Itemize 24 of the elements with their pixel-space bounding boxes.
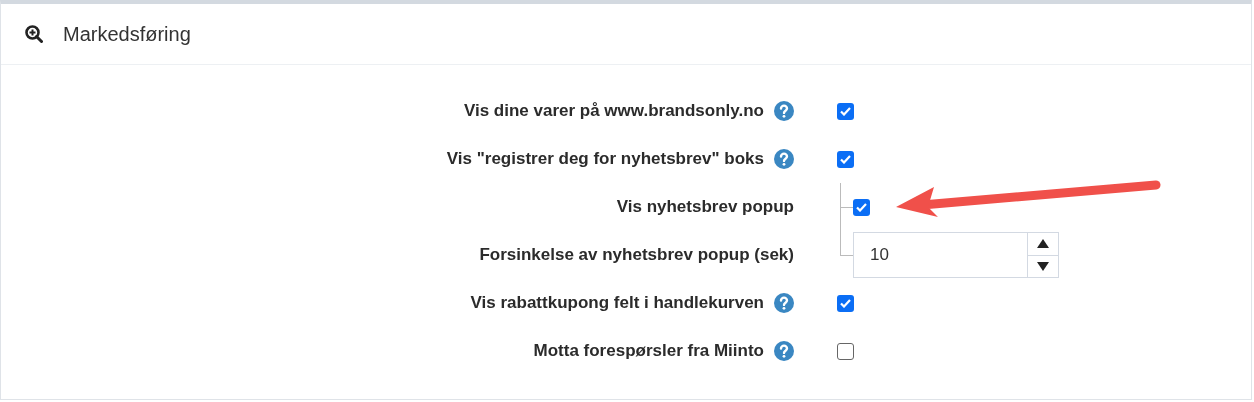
zoom-in-icon xyxy=(25,25,43,43)
check-icon xyxy=(840,298,851,308)
setting-label: Forsinkelse av nyhetsbrev popup (sek) xyxy=(479,245,794,265)
setting-label: Vis dine varer på www.brandsonly.no xyxy=(463,101,764,121)
down-arrow-icon[interactable] xyxy=(1037,261,1049,271)
setting-label: Motta forespørsler fra Miinto xyxy=(533,341,764,361)
panel-title: Markedsføring xyxy=(63,22,191,46)
setting-label: Vis nyhetsbrev popup xyxy=(616,197,794,217)
checkbox[interactable] xyxy=(853,198,870,216)
help-icon[interactable] xyxy=(774,149,794,169)
setting-label: Vis rabattkupong felt i handlekurven xyxy=(470,293,764,313)
help-icon[interactable] xyxy=(774,101,794,121)
help-icon[interactable] xyxy=(774,341,794,361)
checkbox[interactable] xyxy=(837,102,854,120)
number-spinner[interactable]: 10 xyxy=(853,232,1059,278)
setting-label: Vis "registrer deg for nyhetsbrev" boks xyxy=(446,149,764,169)
check-icon xyxy=(840,154,851,164)
up-arrow-icon[interactable] xyxy=(1037,239,1049,249)
check-icon xyxy=(856,202,867,212)
checkbox[interactable] xyxy=(837,150,854,168)
check-icon xyxy=(840,106,851,116)
checkbox[interactable] xyxy=(837,294,854,312)
help-icon[interactable] xyxy=(774,293,794,313)
checkbox[interactable] xyxy=(837,342,854,360)
